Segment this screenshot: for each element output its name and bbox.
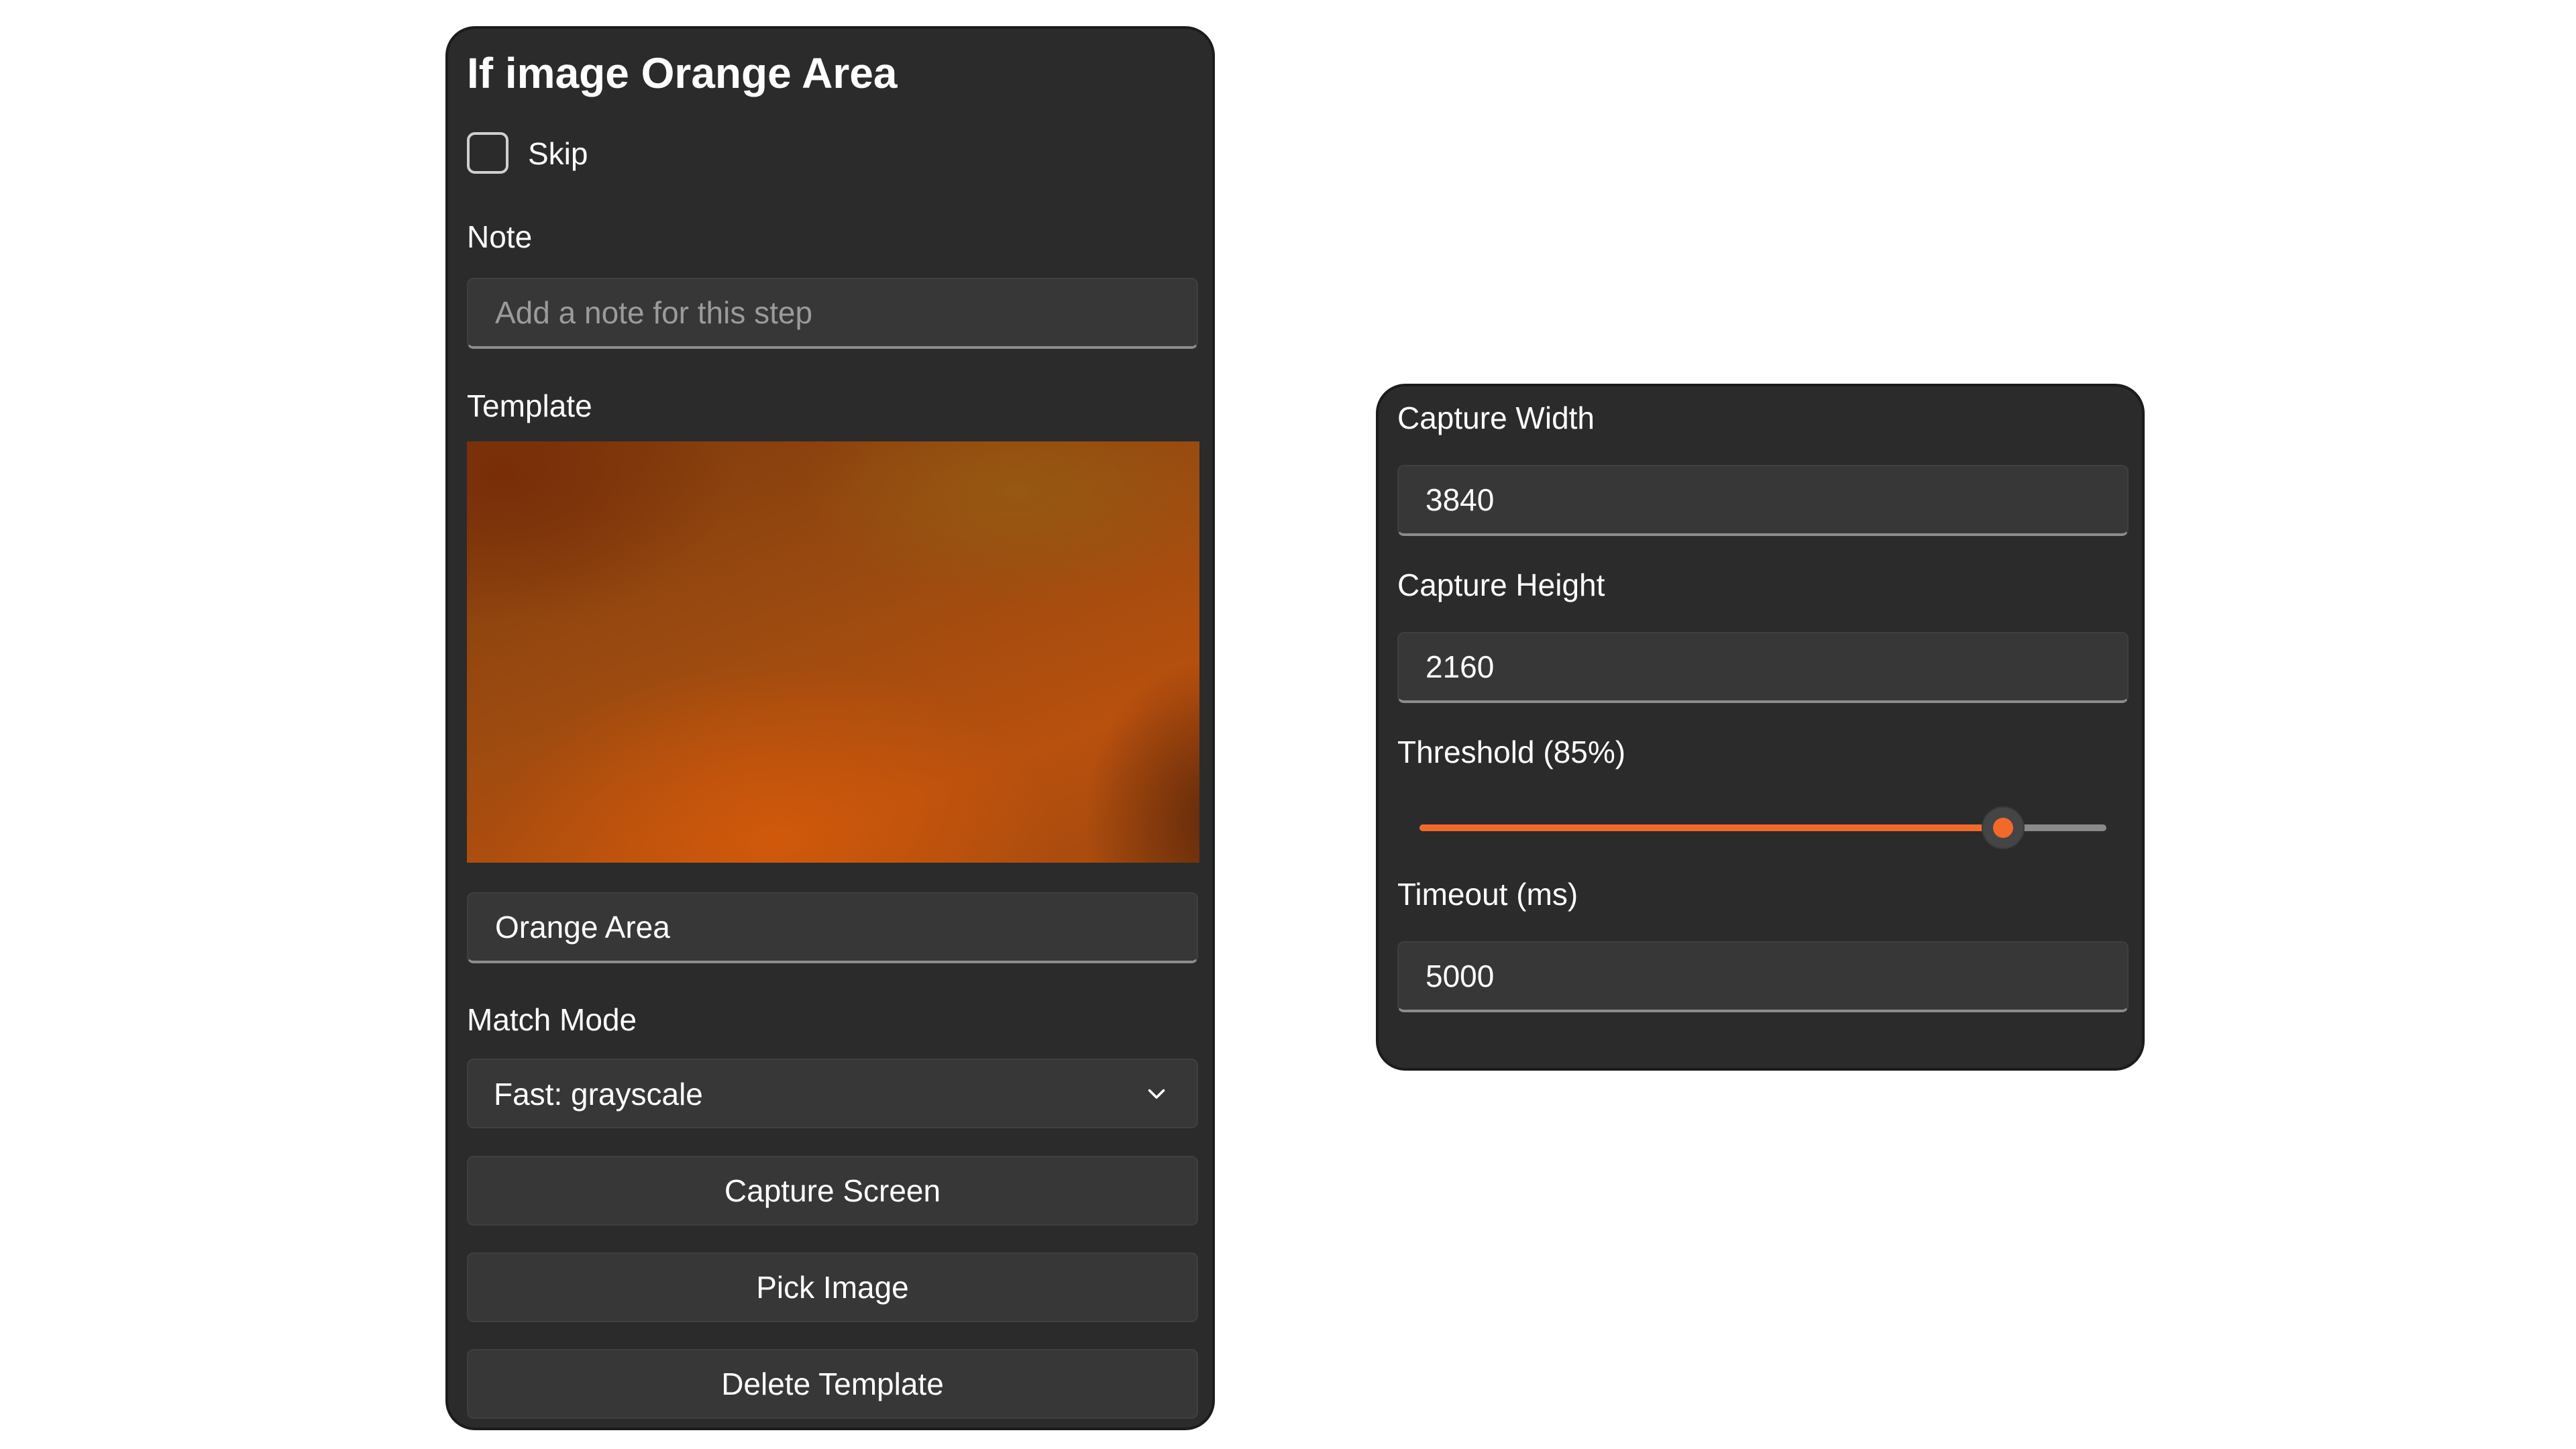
capture-settings-panel: Capture Width Capture Height Threshold (… <box>1376 384 2145 1071</box>
chevron-down-icon <box>1148 1089 1165 1099</box>
threshold-label: Threshold (85%) <box>1397 735 1626 769</box>
capture-height-input[interactable] <box>1397 632 2129 703</box>
template-image-preview <box>467 441 1199 863</box>
capture-width-input[interactable] <box>1397 465 2129 536</box>
threshold-slider-thumb[interactable] <box>1982 806 2025 849</box>
skip-label[interactable]: Skip <box>528 136 588 172</box>
skip-checkbox[interactable] <box>467 132 508 174</box>
template-name-input[interactable] <box>467 892 1198 963</box>
step-title: If image Orange Area <box>467 49 898 97</box>
step-settings-panel: If image Orange Area Skip Note Template … <box>445 26 1215 1430</box>
threshold-slider-fill <box>1419 824 2004 831</box>
match-mode-label: Match Mode <box>467 1002 637 1037</box>
note-label: Note <box>467 219 533 254</box>
template-label: Template <box>467 388 592 423</box>
capture-width-label: Capture Width <box>1397 400 1595 435</box>
delete-template-button[interactable]: Delete Template <box>467 1349 1198 1419</box>
match-mode-select[interactable]: Fast: grayscale <box>467 1059 1198 1128</box>
capture-screen-button[interactable]: Capture Screen <box>467 1156 1198 1226</box>
match-mode-value: Fast: grayscale <box>494 1077 703 1112</box>
pick-image-button[interactable]: Pick Image <box>467 1252 1198 1322</box>
note-input[interactable] <box>467 278 1198 349</box>
capture-height-label: Capture Height <box>1397 568 1605 602</box>
timeout-label: Timeout (ms) <box>1397 877 1578 912</box>
timeout-input[interactable] <box>1397 941 2129 1012</box>
